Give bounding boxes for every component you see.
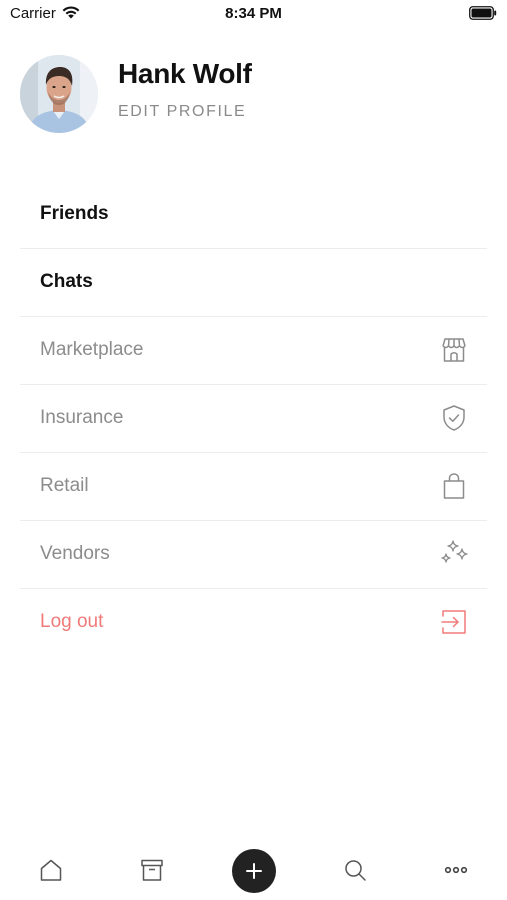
battery-icon xyxy=(469,6,497,20)
menu-item-logout[interactable]: Log out xyxy=(20,589,487,656)
status-time: 8:34 PM xyxy=(225,5,282,22)
edit-profile-link[interactable]: EDIT PROFILE xyxy=(118,103,246,121)
menu-item-label: Friends xyxy=(40,203,109,224)
menu-item-vendors[interactable]: Vendors xyxy=(20,521,487,589)
profile-header: Hank Wolf EDIT PROFILE xyxy=(20,52,487,136)
plus-icon xyxy=(246,863,262,879)
home-icon xyxy=(40,859,62,881)
menu-item-retail[interactable]: Retail xyxy=(20,453,487,521)
status-bar: Carrier 8:34 PM xyxy=(0,0,507,30)
menu-item-marketplace[interactable]: Marketplace xyxy=(20,317,487,385)
more-icon xyxy=(444,866,468,874)
logout-icon xyxy=(441,610,466,634)
sparkles-icon xyxy=(441,540,468,563)
menu-item-friends[interactable]: Friends xyxy=(20,181,487,249)
menu-item-label: Retail xyxy=(40,475,89,496)
menu-list: Friends Chats Marketplace Insurance Reta… xyxy=(20,181,487,656)
menu-item-label: Chats xyxy=(40,271,93,292)
archive-icon xyxy=(141,859,163,881)
profile-name: Hank Wolf xyxy=(118,58,252,89)
search-icon xyxy=(345,860,366,881)
menu-item-label: Marketplace xyxy=(40,339,144,360)
menu-item-label: Insurance xyxy=(40,407,124,428)
tab-bar xyxy=(0,840,507,900)
store-icon xyxy=(442,338,466,362)
shopping-bag-icon xyxy=(443,473,465,499)
tab-archive[interactable] xyxy=(130,848,174,892)
menu-item-label: Vendors xyxy=(40,543,110,564)
tab-more[interactable] xyxy=(434,848,478,892)
tab-search[interactable] xyxy=(333,848,377,892)
menu-item-label: Log out xyxy=(40,611,104,632)
add-button[interactable] xyxy=(232,849,276,893)
menu-item-chats[interactable]: Chats xyxy=(20,249,487,317)
shield-check-icon xyxy=(443,405,465,431)
tab-home[interactable] xyxy=(29,848,73,892)
menu-item-insurance[interactable]: Insurance xyxy=(20,385,487,453)
avatar[interactable] xyxy=(20,55,98,133)
